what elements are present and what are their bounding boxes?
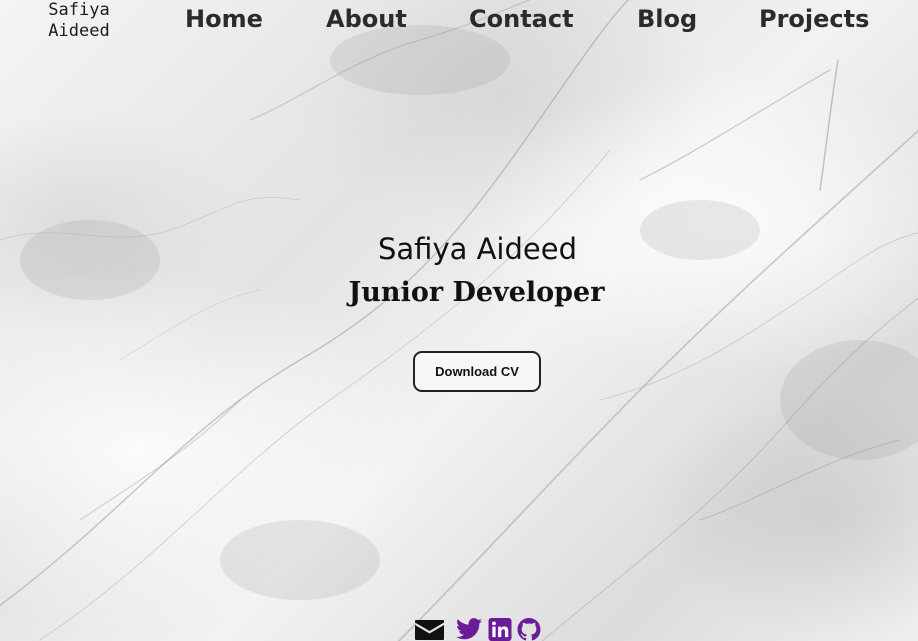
social-links — [415, 618, 541, 641]
nav-about-link[interactable]: About — [326, 5, 407, 33]
envelope-icon[interactable] — [415, 618, 444, 641]
main-nav: Home About Contact Blog Projects — [0, 5, 918, 37]
nav-blog-link[interactable]: Blog — [637, 5, 697, 33]
nav-projects-link[interactable]: Projects — [759, 5, 869, 33]
hero-name: Safiya Aideed — [378, 232, 577, 266]
marble-background — [0, 0, 918, 641]
download-cv-button[interactable]: Download CV — [413, 351, 541, 392]
hero-role: Junior Developer — [348, 277, 605, 308]
nav-home-link[interactable]: Home — [185, 5, 263, 33]
twitter-icon[interactable] — [456, 618, 482, 640]
linkedin-icon[interactable] — [488, 618, 512, 641]
github-icon[interactable] — [517, 618, 541, 641]
nav-contact-link[interactable]: Contact — [469, 5, 574, 33]
